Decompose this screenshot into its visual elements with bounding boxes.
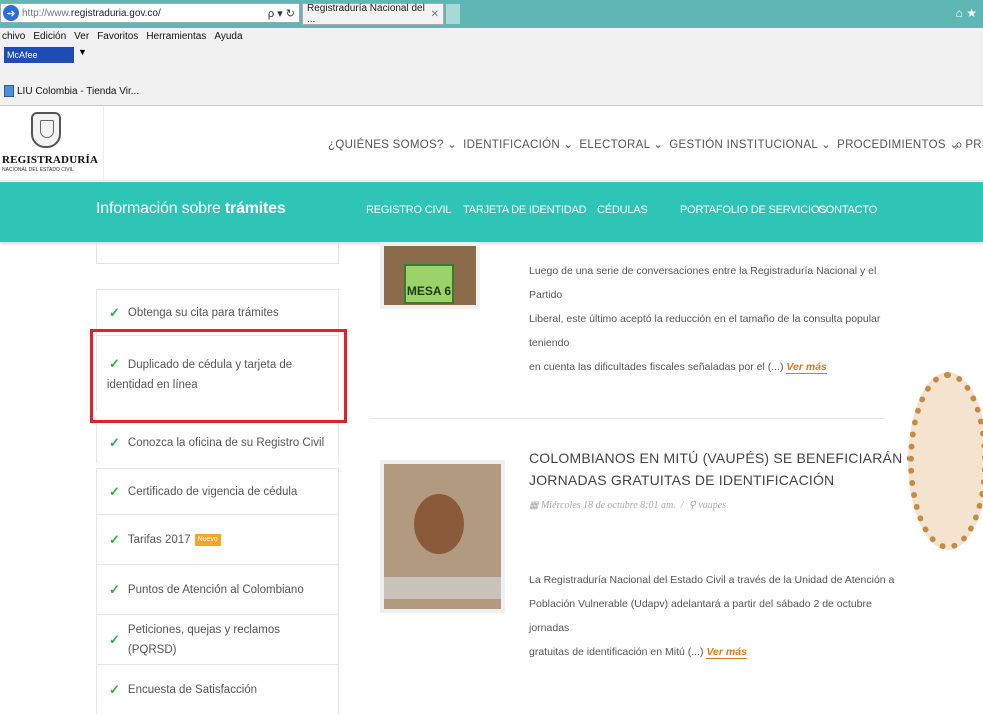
browser-titlebar: ➜ http://www. registraduria.gov.co/ ρ ▾ ↻… bbox=[0, 0, 983, 28]
new-tab-button[interactable] bbox=[446, 4, 460, 24]
menu-item[interactable]: Herramientas bbox=[146, 31, 206, 42]
sidebar-item-label: Tarifas 2017 bbox=[127, 533, 191, 546]
dropdown-arrow-icon[interactable]: ▼ bbox=[78, 47, 87, 57]
sidebar-item-certificado[interactable]: ✓ Certificado de vigencia de cédula bbox=[96, 468, 339, 514]
section-title: Información sobre trámites bbox=[96, 200, 286, 217]
sidebar-item-label: Obtenga su cita para trámites bbox=[127, 306, 279, 319]
browser-tab[interactable]: Registraduría Nacional del ... ✕ bbox=[302, 3, 444, 25]
article-title[interactable]: COLOMBIANOS EN MITÚ (VAUPÉS) SE BENEFICI… bbox=[529, 447, 938, 491]
menu-item[interactable]: chivo bbox=[2, 31, 25, 42]
url-scheme: http://www. bbox=[22, 7, 71, 19]
sidebar-item-label: Encuesta de Satisfacción bbox=[127, 683, 258, 696]
nav-item[interactable]: GESTIÓN INSTITUCIONAL ⌄ bbox=[669, 137, 831, 151]
mcafee-label: McAfee bbox=[7, 50, 38, 60]
url-host: registraduria.gov.co/ bbox=[70, 7, 161, 19]
desk-photo bbox=[384, 577, 501, 599]
sidebar-item-label: Peticiones, quejas y reclamos (PQRSD) bbox=[127, 623, 281, 656]
sidebar-item-label: Conozca la oficina de su Registro Civil bbox=[127, 436, 325, 449]
subnav-portafolio[interactable]: PORTAFOLIO DE SERVICIOS bbox=[680, 204, 827, 216]
calendar-icon: ▦ bbox=[529, 500, 539, 511]
article-image[interactable]: MESA 6 bbox=[380, 242, 480, 309]
menu-item[interactable]: Ayuda bbox=[214, 31, 242, 42]
new-badge: Nuevo bbox=[194, 533, 221, 546]
subnav-tarjeta-identidad[interactable]: TARJETA DE IDENTIDAD bbox=[463, 204, 587, 216]
addon-toolbar: McAfee ▼ bbox=[0, 44, 983, 66]
crest-icon bbox=[31, 112, 61, 148]
sidebar-item-pqrsd[interactable]: ✓ Peticiones, quejas y reclamos (PQRSD) bbox=[96, 614, 339, 664]
location-pin-icon: ⚲ bbox=[688, 500, 696, 511]
article-meta: ▦ Miércoles 18 de octubre 8:01 am. / ⚲ v… bbox=[529, 500, 727, 511]
check-icon: ✓ bbox=[109, 531, 120, 547]
site-header: REGISTRADURÍA NACIONAL DEL ESTADO CIVIL … bbox=[0, 106, 983, 181]
menu-bar: chivo Edición Ver Favoritos Herramientas… bbox=[0, 28, 983, 44]
check-icon: ✓ bbox=[109, 581, 120, 597]
favorite-link[interactable]: LIU Colombia - Tienda Vir... bbox=[4, 85, 139, 97]
sidebar-item-label: Certificado de vigencia de cédula bbox=[127, 485, 298, 498]
main-nav: ¿QUIÉNES SOMOS? ⌄ IDENTIFICACIÓN ⌄ ELECT… bbox=[328, 137, 983, 151]
nav-item[interactable]: ¿QUIÉNES SOMOS? ⌄ bbox=[328, 137, 457, 151]
tab-close-icon[interactable]: ✕ bbox=[431, 9, 439, 20]
nav-item[interactable]: ELECTORAL ⌄ bbox=[579, 137, 663, 151]
home-star-icons[interactable]: ⌂ ★ bbox=[956, 6, 977, 20]
tramites-sidebar: ✓ Obtenga su cita para trámites ✓ Duplicad… bbox=[96, 242, 339, 714]
sidebar-item-tarifas[interactable]: ✓ Tarifas 2017 Nuevo bbox=[96, 514, 339, 564]
check-icon: ✓ bbox=[109, 681, 120, 697]
mcafee-button[interactable]: McAfee bbox=[4, 47, 74, 63]
article-location: vaupes bbox=[698, 500, 727, 511]
tramites-bar: Información sobre trámites REGISTRO CIVI… bbox=[0, 182, 983, 242]
highlight-box bbox=[90, 329, 347, 423]
menu-item[interactable]: Favoritos bbox=[97, 31, 138, 42]
page-icon bbox=[4, 85, 14, 97]
subnav-contacto[interactable]: CONTACTO bbox=[818, 204, 877, 216]
tab-title: Registraduría Nacional del ... bbox=[307, 3, 425, 25]
nav-item[interactable]: PROCEDIMIENTOS ⌄ bbox=[837, 137, 959, 151]
check-icon: ✓ bbox=[109, 304, 120, 320]
logo[interactable]: REGISTRADURÍA NACIONAL DEL ESTADO CIVIL bbox=[0, 106, 104, 181]
article-date: Miércoles 18 de octubre 8:01 am. bbox=[540, 500, 676, 511]
back-arrow-icon[interactable]: ➜ bbox=[3, 5, 19, 21]
check-icon: ✓ bbox=[109, 434, 120, 450]
sidebar-top-box bbox=[96, 242, 339, 264]
menu-item[interactable]: Ver bbox=[74, 31, 89, 42]
check-icon: ✓ bbox=[109, 483, 120, 499]
nav-item[interactable]: PRENSA ⌄ bbox=[965, 137, 983, 151]
logo-text: REGISTRADURÍA bbox=[2, 154, 99, 166]
sidebar-item-puntos[interactable]: ✓ Puntos de Atención al Colombiano bbox=[96, 564, 339, 614]
read-more-link[interactable]: Ver más bbox=[706, 646, 747, 659]
logo-subtitle: NACIONAL DEL ESTADO CIVIL bbox=[2, 167, 74, 173]
address-controls[interactable]: ρ ▾ ↻ bbox=[268, 7, 295, 20]
search-icon[interactable]: ⌕ bbox=[955, 136, 963, 153]
nav-item[interactable]: IDENTIFICACIÓN ⌄ bbox=[463, 137, 573, 151]
check-icon: ✓ bbox=[109, 631, 120, 647]
child-photo bbox=[414, 494, 464, 554]
article-image[interactable] bbox=[380, 460, 505, 613]
subnav-registro-civil[interactable]: REGISTRO CIVIL bbox=[366, 204, 451, 216]
article-summary: La Registraduría Nacional del Estado Civ… bbox=[529, 574, 895, 659]
sidebar-item-oficina[interactable]: ✓ Conozca la oficina de su Registro Civil bbox=[96, 421, 339, 463]
article-separator bbox=[370, 418, 885, 419]
read-more-link[interactable]: Ver más bbox=[786, 361, 827, 374]
article-summary: Luego de una serie de conversaciones ent… bbox=[529, 265, 881, 374]
favorite-label: LIU Colombia - Tienda Vir... bbox=[17, 85, 140, 97]
menu-item[interactable]: Edición bbox=[33, 31, 66, 42]
favorites-bar: LIU Colombia - Tienda Vir... bbox=[0, 66, 983, 106]
decorative-sun-icon bbox=[908, 372, 983, 550]
mesa-sign: MESA 6 bbox=[404, 264, 454, 304]
address-bar[interactable]: ➜ http://www. registraduria.gov.co/ ρ ▾ ↻ bbox=[0, 3, 300, 23]
sidebar-item-label: Puntos de Atención al Colombiano bbox=[127, 583, 304, 596]
subnav-cedulas[interactable]: CÉDULAS bbox=[597, 204, 648, 216]
